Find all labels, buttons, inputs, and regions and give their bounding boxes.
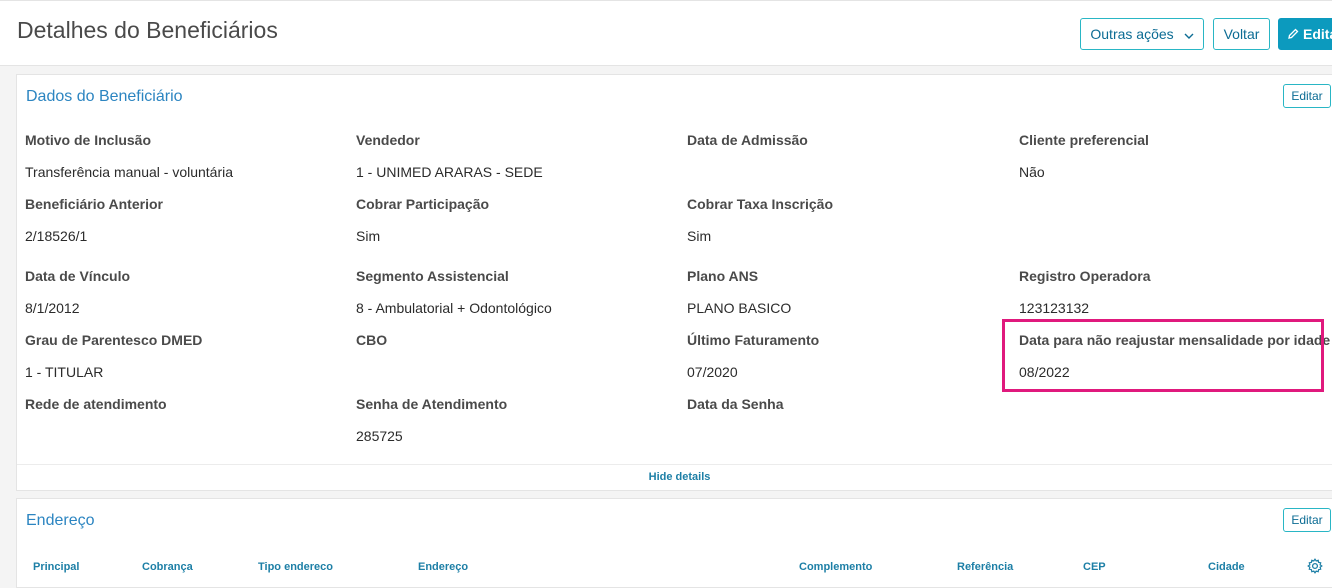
endereco-card: Endereço Editar Principal Cobrança Tipo …: [16, 498, 1332, 588]
endereco-title: Endereço: [26, 512, 95, 529]
field-value: [25, 427, 345, 445]
editar-label: Editar: [1303, 26, 1332, 42]
field-value: Transferência manual - voluntária: [25, 164, 234, 180]
column-header-cidade[interactable]: Cidade: [1208, 561, 1245, 573]
pencil-icon: [1288, 26, 1299, 42]
field-cobrar-participacao: Cobrar Participação Sim: [356, 195, 676, 245]
field-label: Grau de Parentesco DMED: [25, 332, 203, 348]
field-value: Não: [1019, 164, 1045, 180]
page-header: Detalhes do Beneficiários Outras ações V…: [0, 0, 1332, 66]
column-header-complemento[interactable]: Complemento: [799, 561, 872, 573]
field-value: [687, 427, 1007, 445]
column-header-endereco[interactable]: Endereço: [418, 561, 468, 573]
field-value: 285725: [356, 428, 403, 444]
column-header-tipo-endereco[interactable]: Tipo endereco: [258, 561, 333, 573]
field-label: Último Faturamento: [687, 332, 820, 348]
field-value: 123123132: [1019, 300, 1090, 316]
field-label: Cobrar Taxa Inscrição: [687, 196, 834, 212]
voltar-button[interactable]: Voltar: [1213, 18, 1270, 50]
field-segmento-assistencial: Segmento Assistencial 8 - Ambulatorial +…: [356, 267, 676, 317]
field-registro-operadora: Registro Operadora 123123132: [1019, 267, 1332, 317]
field-label: Cobrar Participação: [356, 196, 490, 212]
field-senha-atendimento: Senha de Atendimento 285725: [356, 395, 676, 445]
column-header-principal[interactable]: Principal: [33, 561, 79, 573]
field-cliente-preferencial: Cliente preferencial Não: [1019, 131, 1332, 181]
field-value: 08/2022: [1019, 364, 1070, 380]
field-label: Registro Operadora: [1019, 268, 1151, 284]
editar-button[interactable]: Editar: [1278, 18, 1332, 50]
field-cbo: CBO: [356, 331, 676, 381]
field-cobrar-taxa-inscricao: Cobrar Taxa Inscrição Sim: [687, 195, 1007, 245]
column-header-referencia[interactable]: Referência: [957, 561, 1013, 573]
field-value: Sim: [356, 228, 381, 244]
hide-details-link[interactable]: Hide details: [17, 471, 1332, 483]
field-label: Plano ANS: [687, 268, 759, 284]
field-value: Sim: [687, 228, 712, 244]
dados-beneficiario-title: Dados do Beneficiário: [26, 88, 183, 105]
field-value: 1 - UNIMED ARARAS - SEDE: [356, 164, 543, 180]
dados-beneficiario-card: Dados do Beneficiário Editar Motivo de I…: [16, 74, 1332, 491]
field-data-vinculo: Data de Vínculo 8/1/2012: [25, 267, 345, 317]
field-value: PLANO BASICO: [687, 300, 792, 316]
field-label: Data de Vínculo: [25, 268, 131, 284]
field-label: Data da Senha: [687, 396, 784, 412]
field-data-nao-reajustar: Data para não reajustar mensalidade por …: [1019, 331, 1332, 381]
field-data-admissao: Data de Admissão: [687, 131, 1007, 181]
field-value: [687, 163, 1007, 181]
field-label: Data para não reajustar mensalidade por …: [1019, 332, 1331, 348]
field-ultimo-faturamento: Último Faturamento 07/2020: [687, 331, 1007, 381]
field-vendedor: Vendedor 1 - UNIMED ARARAS - SEDE: [356, 131, 676, 181]
field-grau-parentesco: Grau de Parentesco DMED 1 - TITULAR: [25, 331, 345, 381]
field-label: Beneficiário Anterior: [25, 196, 163, 212]
gear-icon[interactable]: [1307, 558, 1323, 574]
field-rede-atendimento: Rede de atendimento: [25, 395, 345, 445]
field-value: 07/2020: [687, 364, 738, 380]
field-beneficiario-anterior: Beneficiário Anterior 2/18526/1: [25, 195, 345, 245]
field-data-senha: Data da Senha: [687, 395, 1007, 445]
field-value: 8 - Ambulatorial + Odontológico: [356, 300, 552, 316]
field-label: Senha de Atendimento: [356, 396, 508, 412]
field-label: Vendedor: [356, 132, 420, 148]
field-value: [356, 363, 676, 381]
field-label: Cliente preferencial: [1019, 132, 1149, 148]
field-value: 8/1/2012: [25, 300, 80, 316]
outras-acoes-button[interactable]: Outras ações: [1080, 18, 1204, 50]
field-plano-ans: Plano ANS PLANO BASICO: [687, 267, 1007, 317]
page-title: Detalhes do Beneficiários: [17, 17, 278, 43]
divider: [17, 464, 1332, 465]
chevron-down-icon: [1184, 26, 1194, 42]
field-label: Motivo de Inclusão: [25, 132, 152, 148]
field-value: 1 - TITULAR: [25, 364, 104, 380]
field-label: Segmento Assistencial: [356, 268, 509, 284]
dados-editar-button[interactable]: Editar: [1283, 84, 1331, 108]
outras-acoes-label: Outras ações: [1090, 26, 1174, 42]
field-label: Rede de atendimento: [25, 396, 167, 412]
column-header-cep[interactable]: CEP: [1083, 561, 1106, 573]
field-label: CBO: [356, 332, 388, 348]
field-motivo-inclusao: Motivo de Inclusão Transferência manual …: [25, 131, 345, 181]
field-value: 2/18526/1: [25, 228, 88, 244]
field-label: Data de Admissão: [687, 132, 808, 148]
column-header-cobranca[interactable]: Cobrança: [142, 561, 193, 573]
endereco-editar-button[interactable]: Editar: [1283, 508, 1331, 532]
